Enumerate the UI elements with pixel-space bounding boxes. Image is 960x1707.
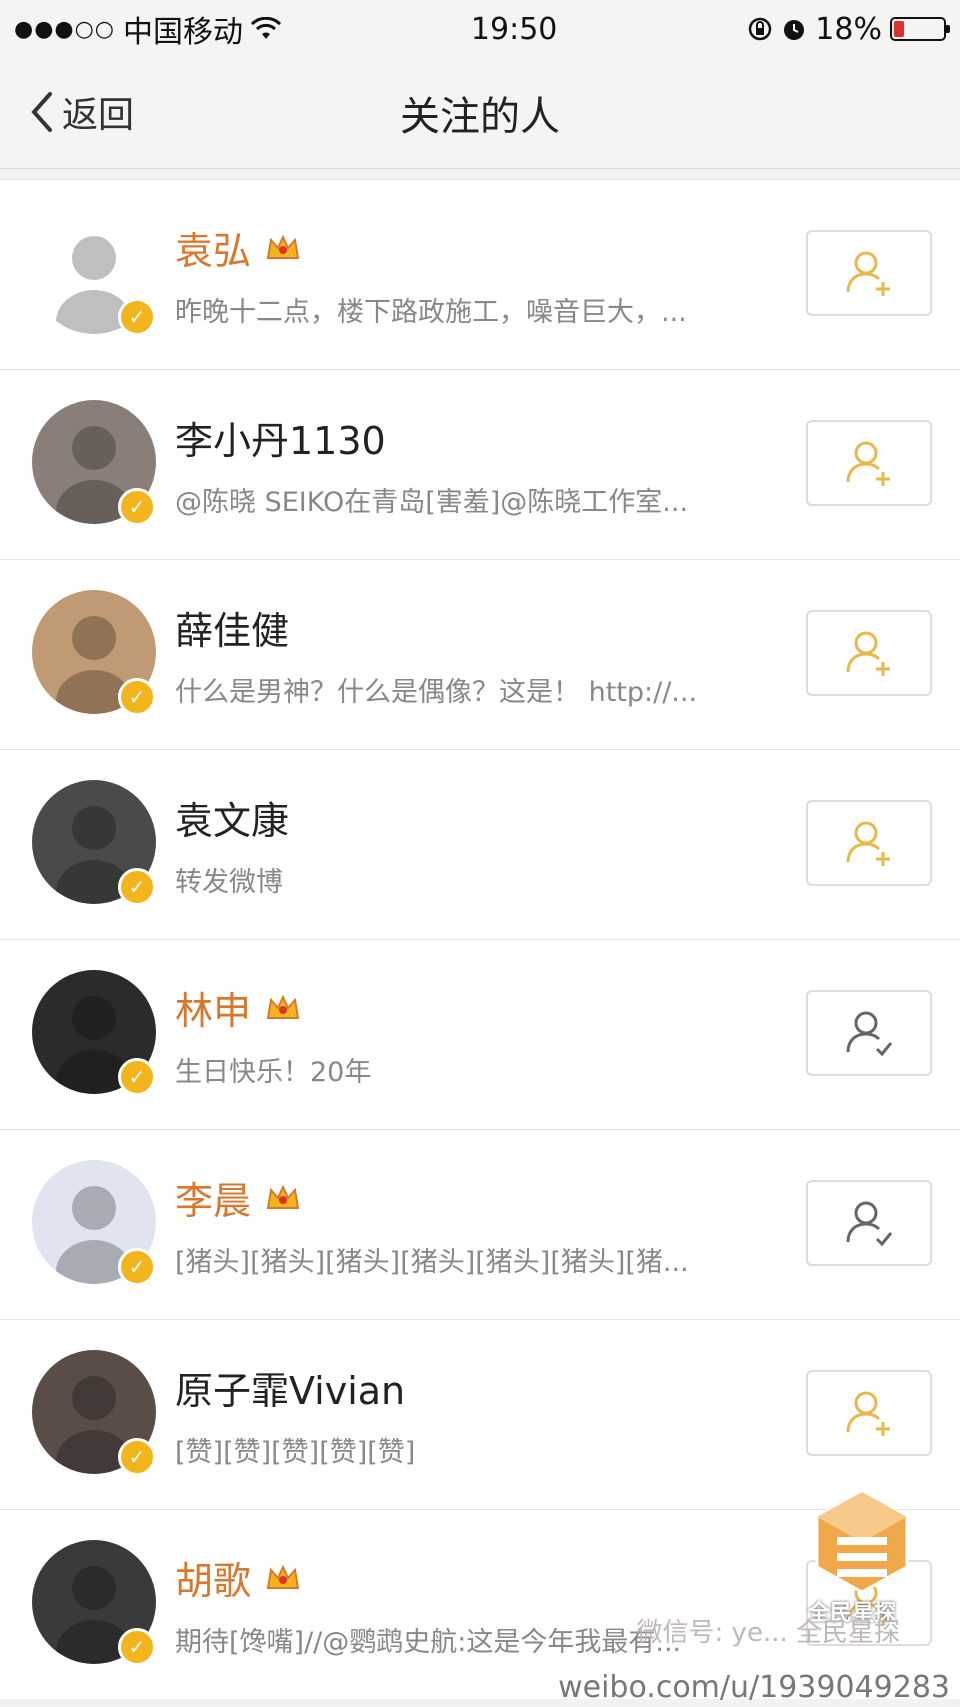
followed-check-icon xyxy=(846,1011,893,1057)
brand-logo-icon xyxy=(815,1490,909,1594)
user-name-line[interactable]: 袁文康 xyxy=(175,790,289,845)
chevron-left-icon xyxy=(31,92,52,132)
vip-crown-icon xyxy=(266,994,300,1019)
clock: 19:50 xyxy=(470,11,558,47)
user-latest-post: [赞][赞][赞][赞][赞] xyxy=(175,1437,416,1468)
vip-crown-icon xyxy=(266,234,300,259)
verified-badge-icon: ✓ xyxy=(118,488,156,526)
user-latest-post: 生日快乐！20年 xyxy=(175,1057,372,1088)
page-title: 关注的人 xyxy=(400,94,560,140)
user-latest-post: 什么是男神？什么是偶像？这是！ http://... xyxy=(175,677,698,708)
unfollow-button[interactable] xyxy=(806,990,932,1076)
user-latest-post: [猪头][猪头][猪头][猪头][猪头][猪头][猪... xyxy=(175,1247,689,1278)
vip-crown-icon xyxy=(266,1564,300,1589)
verified-badge-icon: ✓ xyxy=(118,1248,156,1286)
watermark-url: weibo.com/u/1939049283 xyxy=(558,1670,950,1705)
back-label: 返回 xyxy=(62,95,135,136)
add-follow-icon xyxy=(846,631,890,676)
user-name-line[interactable]: 林申 xyxy=(175,980,301,1035)
user-latest-post: @陈晓 SEIKO在青岛[害羞]@陈晓工作室... xyxy=(175,487,689,518)
status-bar: ●●●○○ 中国移动 19:50 18% xyxy=(0,0,960,58)
user-name-line[interactable]: 薛佳健 xyxy=(175,600,289,655)
verified-badge-icon: ✓ xyxy=(118,678,156,716)
user-name-line[interactable]: 原子霏Vivian xyxy=(175,1360,405,1415)
signal-strength: ●●●○○ xyxy=(14,16,115,42)
user-row[interactable]: ✓ 李小丹1130 @陈晓 SEIKO在青岛[害羞]@陈晓工作室... xyxy=(0,369,960,559)
user-name[interactable]: 袁弘 xyxy=(175,220,251,275)
rotation-lock-icon xyxy=(749,17,772,41)
user-latest-post: 转发微博 xyxy=(175,867,283,898)
vip-crown-icon xyxy=(266,1184,300,1209)
verified-badge-icon: ✓ xyxy=(118,1058,156,1096)
verified-badge-icon: ✓ xyxy=(118,868,156,906)
follow-button[interactable] xyxy=(806,420,932,506)
alarm-icon xyxy=(784,20,805,40)
following-list: ✓ 袁弘 昨晚十二点，楼下路政施工，噪音巨大，... ✓ 李小丹1130 @陈晓… xyxy=(0,179,960,1699)
user-name[interactable]: 原子霏Vivian xyxy=(175,1360,405,1415)
watermark-wechat: 微信号: ye... 全民星探 xyxy=(636,1618,900,1648)
follow-button[interactable] xyxy=(806,230,932,316)
user-name-line[interactable]: 袁弘 xyxy=(175,220,301,275)
user-name[interactable]: 李小丹1130 xyxy=(175,410,386,465)
verified-badge-icon: ✓ xyxy=(118,1438,156,1476)
follow-button[interactable] xyxy=(806,800,932,886)
follow-button[interactable] xyxy=(806,1370,932,1456)
followed-check-icon xyxy=(846,1201,893,1247)
user-name[interactable]: 李晨 xyxy=(175,1170,251,1225)
user-row[interactable]: ✓ 林申 生日快乐！20年 xyxy=(0,939,960,1129)
user-row[interactable]: ✓ 薛佳健 什么是男神？什么是偶像？这是！ http://... xyxy=(0,559,960,749)
verified-badge-icon: ✓ xyxy=(118,1628,156,1666)
navigation-bar: 返回 关注的人 xyxy=(0,58,960,169)
battery-percent: 18% xyxy=(815,11,882,47)
user-row[interactable]: ✓ 原子霏Vivian [赞][赞][赞][赞][赞] xyxy=(0,1319,960,1509)
add-follow-icon xyxy=(846,821,890,866)
unfollow-button[interactable] xyxy=(806,1180,932,1266)
user-name[interactable]: 薛佳健 xyxy=(175,600,289,655)
user-name-line[interactable]: 李小丹1130 xyxy=(175,410,386,465)
verified-badge-icon: ✓ xyxy=(118,298,156,336)
back-button[interactable]: 返回 xyxy=(28,86,134,138)
add-follow-icon xyxy=(846,251,890,296)
battery-icon xyxy=(889,17,950,41)
user-name-line[interactable]: 李晨 xyxy=(175,1170,301,1225)
add-follow-icon xyxy=(846,1391,890,1436)
user-row[interactable]: ✓ 袁弘 昨晚十二点，楼下路政施工，噪音巨大，... xyxy=(0,179,960,369)
wifi-icon xyxy=(250,17,281,39)
follow-button[interactable] xyxy=(806,610,932,696)
carrier-label: 中国移动 xyxy=(122,15,243,50)
user-name-line[interactable]: 胡歌 xyxy=(175,1550,301,1605)
user-name[interactable]: 林申 xyxy=(175,980,251,1035)
user-name[interactable]: 胡歌 xyxy=(175,1550,251,1605)
user-name[interactable]: 袁文康 xyxy=(175,790,289,845)
add-follow-icon xyxy=(846,441,890,486)
user-latest-post: 昨晚十二点，楼下路政施工，噪音巨大，... xyxy=(175,297,687,328)
user-row[interactable]: ✓ 李晨 [猪头][猪头][猪头][猪头][猪头][猪头][猪... xyxy=(0,1129,960,1319)
user-row[interactable]: ✓ 袁文康 转发微博 xyxy=(0,749,960,939)
